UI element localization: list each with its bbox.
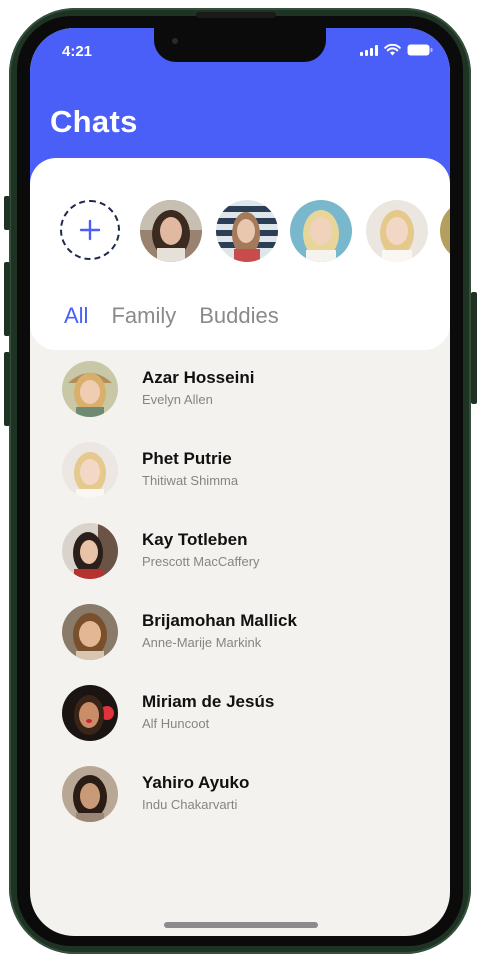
- tab-all[interactable]: All: [64, 303, 88, 329]
- chat-name: Phet Putrie: [142, 449, 232, 468]
- volume-up-button: [4, 262, 10, 336]
- story-avatar[interactable]: [216, 200, 278, 262]
- chat-name: Azar Hosseini: [142, 368, 255, 387]
- status-icons: [360, 44, 433, 56]
- page-title: Chats: [50, 104, 138, 139]
- tab-buddies[interactable]: Buddies: [199, 303, 279, 329]
- story-avatar[interactable]: [290, 200, 352, 262]
- chat-subtitle: Indu Chakarvarti: [142, 797, 238, 812]
- chat-filter-tabs: All Family Buddies: [64, 303, 302, 329]
- home-indicator[interactable]: [164, 922, 318, 928]
- chat-name: Yahiro Ayuko: [142, 773, 250, 792]
- chat-row[interactable]: Azar Hosseini Evelyn Allen: [30, 361, 450, 425]
- stories-panel: All Family Buddies: [30, 158, 450, 350]
- status-time: 4:21: [62, 43, 93, 60]
- add-story-button[interactable]: [60, 200, 120, 260]
- chat-subtitle: Anne-Marije Markink: [142, 635, 262, 650]
- tab-family[interactable]: Family: [111, 303, 176, 329]
- chat-subtitle: Prescott MacCaffery: [142, 554, 260, 569]
- avatar: [62, 766, 118, 822]
- plus-icon: [79, 219, 101, 241]
- volume-down-button: [4, 352, 10, 426]
- avatar: [62, 361, 118, 417]
- avatar: [62, 604, 118, 660]
- app-screen: 4:21 Chats All Family Buddies Azar Hosse…: [30, 28, 450, 936]
- story-avatar[interactable]: [140, 200, 202, 262]
- avatar: [62, 685, 118, 741]
- chat-name: Miriam de Jesús: [142, 692, 275, 711]
- chat-row[interactable]: Kay Totleben Prescott MacCaffery: [30, 523, 450, 587]
- mute-switch: [4, 196, 10, 230]
- story-avatar[interactable]: [366, 200, 428, 262]
- chat-row[interactable]: Phet Putrie Thitiwat Shimma: [30, 442, 450, 506]
- avatar: [62, 523, 118, 579]
- stories-row: [60, 200, 450, 264]
- wifi-icon: [384, 44, 401, 56]
- chat-name: Brijamohan Mallick: [142, 611, 297, 630]
- chat-subtitle: Alf Huncoot: [142, 716, 210, 731]
- speaker-grille: [196, 12, 276, 18]
- avatar: [62, 442, 118, 498]
- chat-name: Kay Totleben: [142, 530, 248, 549]
- notch: [154, 28, 326, 62]
- chat-subtitle: Evelyn Allen: [142, 392, 213, 407]
- chat-row[interactable]: Brijamohan Mallick Anne-Marije Markink: [30, 604, 450, 668]
- chat-subtitle: Thitiwat Shimma: [142, 473, 239, 488]
- power-button: [471, 292, 477, 404]
- story-avatar[interactable]: [440, 200, 450, 262]
- chat-row[interactable]: Miriam de Jesús Alf Huncoot: [30, 685, 450, 749]
- battery-icon: [407, 44, 433, 56]
- signal-icon: [360, 44, 378, 56]
- chat-row[interactable]: Yahiro Ayuko Indu Chakarvarti: [30, 766, 450, 830]
